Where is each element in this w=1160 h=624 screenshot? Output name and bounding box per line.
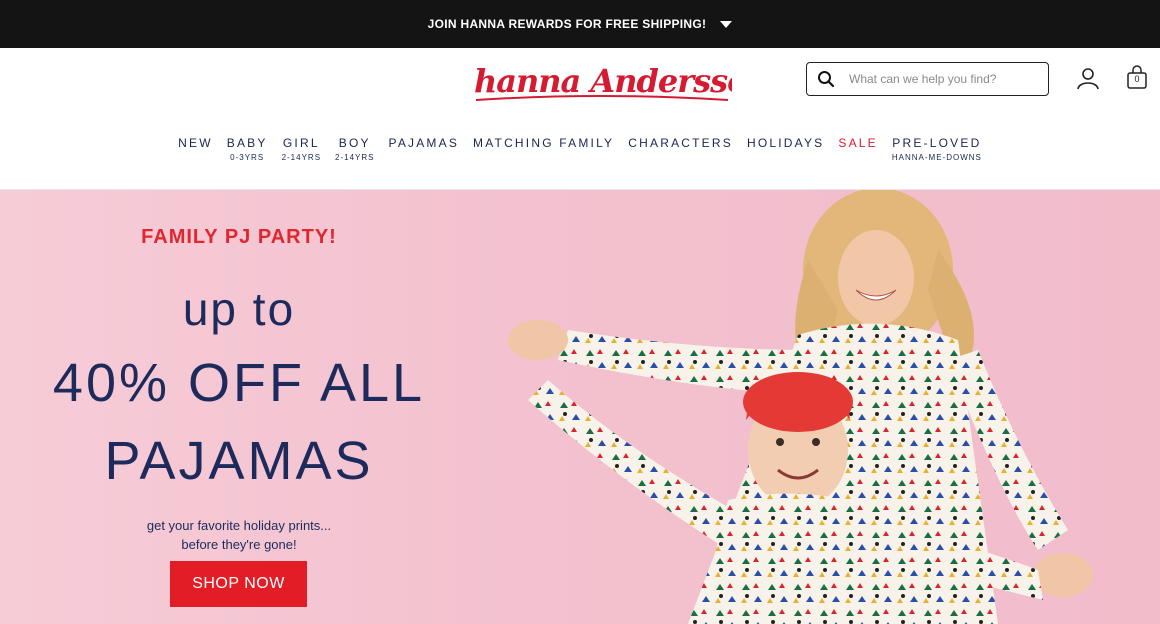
nav-label[interactable]: BABY [227, 136, 268, 150]
nav-label[interactable]: GIRL [282, 136, 321, 150]
search-input[interactable] [849, 72, 1039, 86]
main-nav: NEW BABY 0-3YRS GIRL 2-14YRS BOY 2-14YRS… [0, 136, 1160, 162]
hero-headline-line2: 40% OFF ALL [52, 353, 426, 413]
chevron-down-icon[interactable] [720, 20, 733, 28]
nav-label[interactable]: NEW [178, 136, 213, 150]
nav-item-pre-loved[interactable]: PRE-LOVED HANNA-ME-DOWNS [892, 136, 982, 162]
nav-item-baby[interactable]: BABY 0-3YRS [227, 136, 268, 162]
nav-label[interactable]: PAJAMAS [389, 136, 460, 150]
promo-bar[interactable]: JOIN HANNA REWARDS FOR FREE SHIPPING! [0, 0, 1160, 48]
nav-label[interactable]: HOLIDAYS [747, 136, 824, 150]
nav-item-matching-family[interactable]: MATCHING FAMILY [473, 136, 614, 162]
shop-now-button[interactable]: SHOP NOW [170, 561, 307, 607]
nav-label[interactable]: PRE-LOVED [892, 136, 982, 150]
hero-subtext: get your favorite holiday prints... befo… [0, 516, 478, 554]
nav-sublabel: 2-14YRS [335, 153, 375, 162]
nav-item-holidays[interactable]: HOLIDAYS [747, 136, 824, 162]
nav-item-boy[interactable]: BOY 2-14YRS [335, 136, 374, 162]
account-icon[interactable] [1076, 66, 1100, 90]
nav-item-girl[interactable]: GIRL 2-14YRS [282, 136, 321, 162]
promo-text[interactable]: JOIN HANNA REWARDS FOR FREE SHIPPING! [428, 17, 707, 31]
hero-banner[interactable]: FAMILY PJ PARTY! up to 40% OFF ALL PAJAM… [0, 190, 1160, 624]
hero-headline-line3: PAJAMAS [104, 431, 374, 491]
nav-item-pajamas[interactable]: PAJAMAS [389, 136, 460, 162]
nav-label[interactable]: MATCHING FAMILY [473, 136, 614, 150]
site-header: hanna Andersson 0 NEW BABY 0-3Y [0, 48, 1160, 190]
logo-text: hanna Andersson [474, 62, 732, 100]
nav-sublabel: 2-14YRS [281, 153, 322, 162]
nav-item-sale[interactable]: SALE [838, 136, 878, 162]
brand-logo[interactable]: hanna Andersson [470, 56, 732, 106]
hero-eyebrow: FAMILY PJ PARTY! [141, 226, 337, 248]
hero-subtext-line2: before they're gone! [181, 537, 297, 552]
nav-label[interactable]: BOY [335, 136, 374, 150]
nav-label[interactable]: SALE [838, 136, 878, 150]
search-box[interactable] [806, 62, 1049, 96]
cart-count: 0 [1134, 74, 1140, 84]
nav-sublabel: HANNA-ME-DOWNS [891, 153, 982, 162]
hero-headline-line1: up to [182, 283, 296, 335]
search-icon[interactable] [817, 70, 835, 88]
nav-item-characters[interactable]: CHARACTERS [628, 136, 733, 162]
nav-item-new[interactable]: NEW [178, 136, 213, 162]
hero-photo [478, 190, 1160, 624]
hero-subtext-line1: get your favorite holiday prints... [146, 518, 332, 533]
nav-sublabel: 0-3YRS [230, 153, 265, 162]
nav-label[interactable]: CHARACTERS [628, 136, 733, 150]
